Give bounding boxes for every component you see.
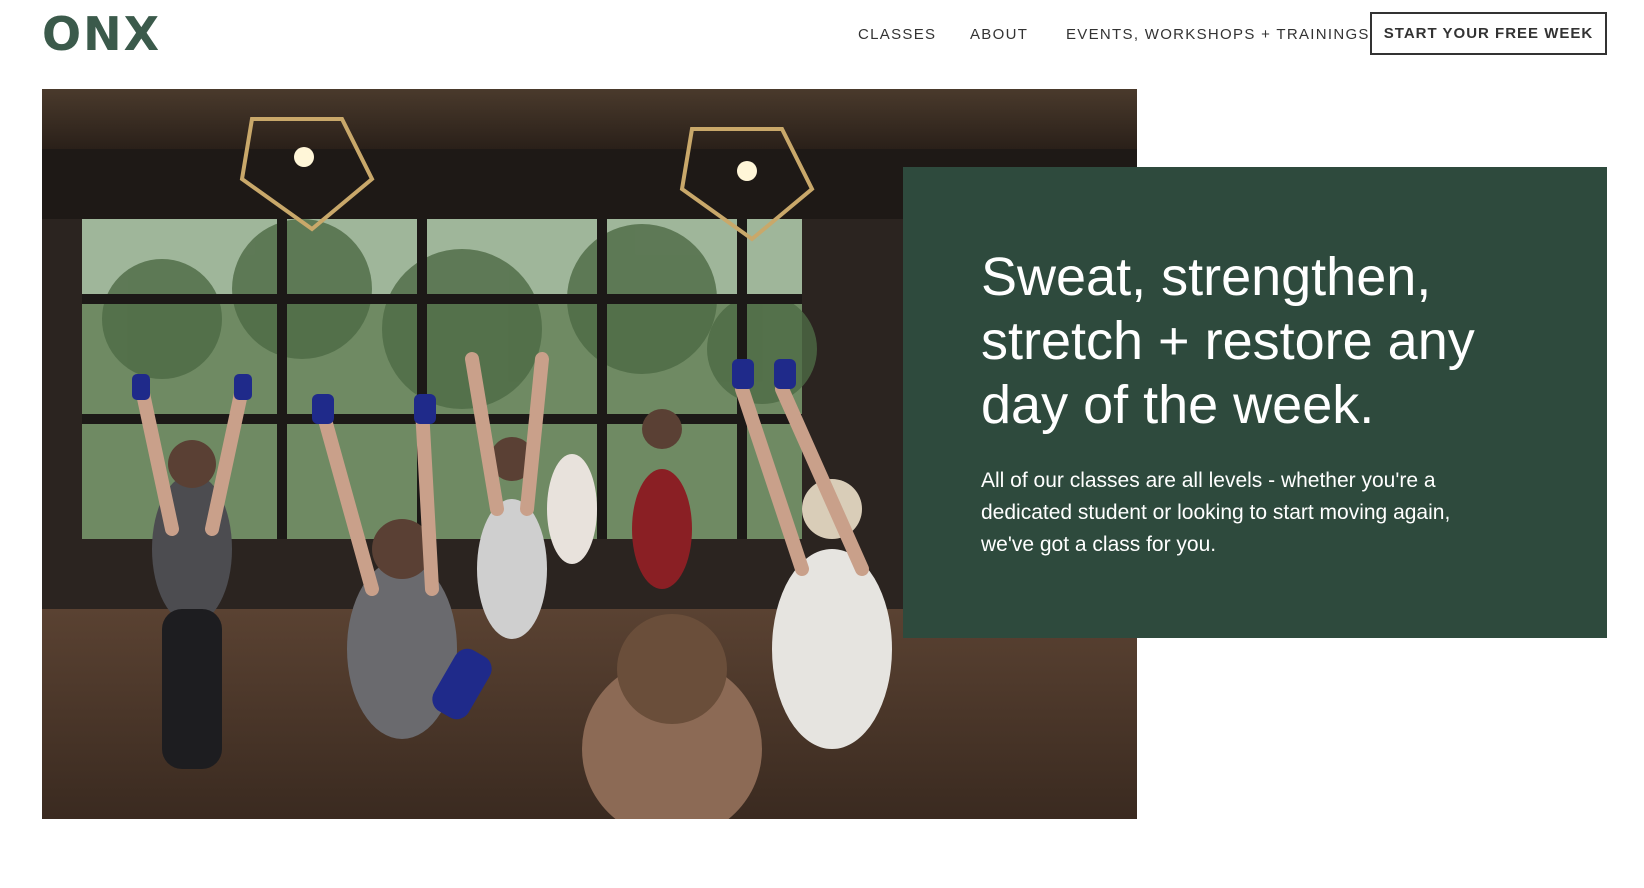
site-header: ONX CLASSES ABOUT EVENTS, WORKSHOPS + TR…	[0, 0, 1644, 80]
nav-link-classes[interactable]: CLASSES	[858, 24, 936, 46]
nav-link-about[interactable]: ABOUT	[970, 24, 1028, 46]
hero-text-card: Sweat, strengthen, stretch + restore any…	[903, 167, 1607, 638]
nav-link-events[interactable]: EVENTS, WORKSHOPS + TRAININGS	[1066, 24, 1370, 46]
site-logo[interactable]: ONX	[42, 8, 161, 60]
start-free-week-button[interactable]: START YOUR FREE WEEK	[1370, 12, 1607, 55]
hero-headline: Sweat, strengthen, stretch + restore any…	[981, 247, 1475, 435]
hero-subtext: All of our classes are all levels - whet…	[981, 469, 1451, 556]
